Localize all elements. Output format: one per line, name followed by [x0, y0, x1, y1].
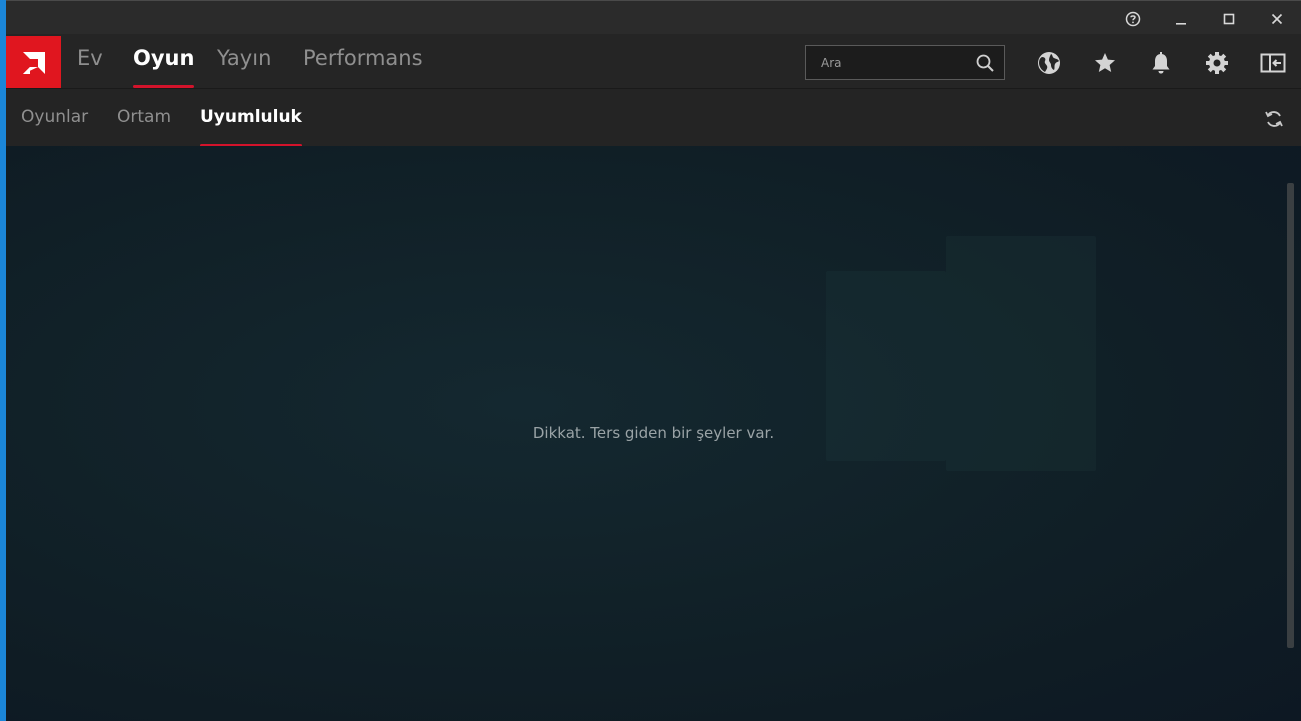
- star-icon[interactable]: [1090, 48, 1120, 78]
- help-icon[interactable]: [1118, 6, 1148, 32]
- refresh-icon[interactable]: [1263, 108, 1285, 130]
- scrollbar[interactable]: [1287, 183, 1294, 648]
- gear-icon[interactable]: [1202, 48, 1232, 78]
- tab-uyumluluk[interactable]: Uyumluluk: [200, 107, 302, 147]
- nav-item-label: Yayın: [217, 46, 272, 70]
- content-area: Dikkat. Ters giden bir şeyler var.: [6, 146, 1301, 721]
- tab-label: Ortam: [117, 107, 172, 127]
- minimize-icon[interactable]: [1166, 6, 1196, 32]
- sub-navbar: Oyunlar Ortam Uyumluluk: [6, 88, 1301, 147]
- nav-item-ev[interactable]: Ev: [77, 46, 103, 88]
- maximize-icon[interactable]: [1214, 6, 1244, 32]
- nav-item-label: Oyun: [133, 46, 195, 70]
- search-box: [805, 45, 1005, 80]
- nav-item-yayin[interactable]: Yayın: [217, 46, 271, 88]
- sidebar-toggle-icon[interactable]: [1258, 48, 1288, 78]
- main-navbar: Ev Oyun Yayın Performans: [6, 34, 1301, 89]
- tab-ortam[interactable]: Ortam: [117, 107, 171, 147]
- nav-item-performans[interactable]: Performans: [303, 46, 423, 88]
- bell-icon[interactable]: [1146, 48, 1176, 78]
- search-icon[interactable]: [975, 53, 995, 73]
- nav-item-oyun[interactable]: Oyun: [133, 46, 195, 88]
- tab-oyunlar[interactable]: Oyunlar: [21, 107, 88, 147]
- error-message: Dikkat. Ters giden bir şeyler var.: [532, 424, 775, 442]
- globe-icon[interactable]: [1034, 48, 1064, 78]
- app-window: Ev Oyun Yayın Performans Ara Oyunlar Ort…: [6, 0, 1301, 721]
- tab-label: Oyunlar: [21, 107, 89, 127]
- close-icon[interactable]: [1262, 6, 1292, 32]
- nav-item-label: Performans: [303, 46, 423, 70]
- nav-item-label: Ev: [77, 46, 103, 70]
- search-input[interactable]: [806, 46, 966, 79]
- title-bar: [6, 0, 1301, 34]
- amd-logo-icon[interactable]: [6, 36, 61, 89]
- tab-label: Uyumluluk: [200, 107, 302, 127]
